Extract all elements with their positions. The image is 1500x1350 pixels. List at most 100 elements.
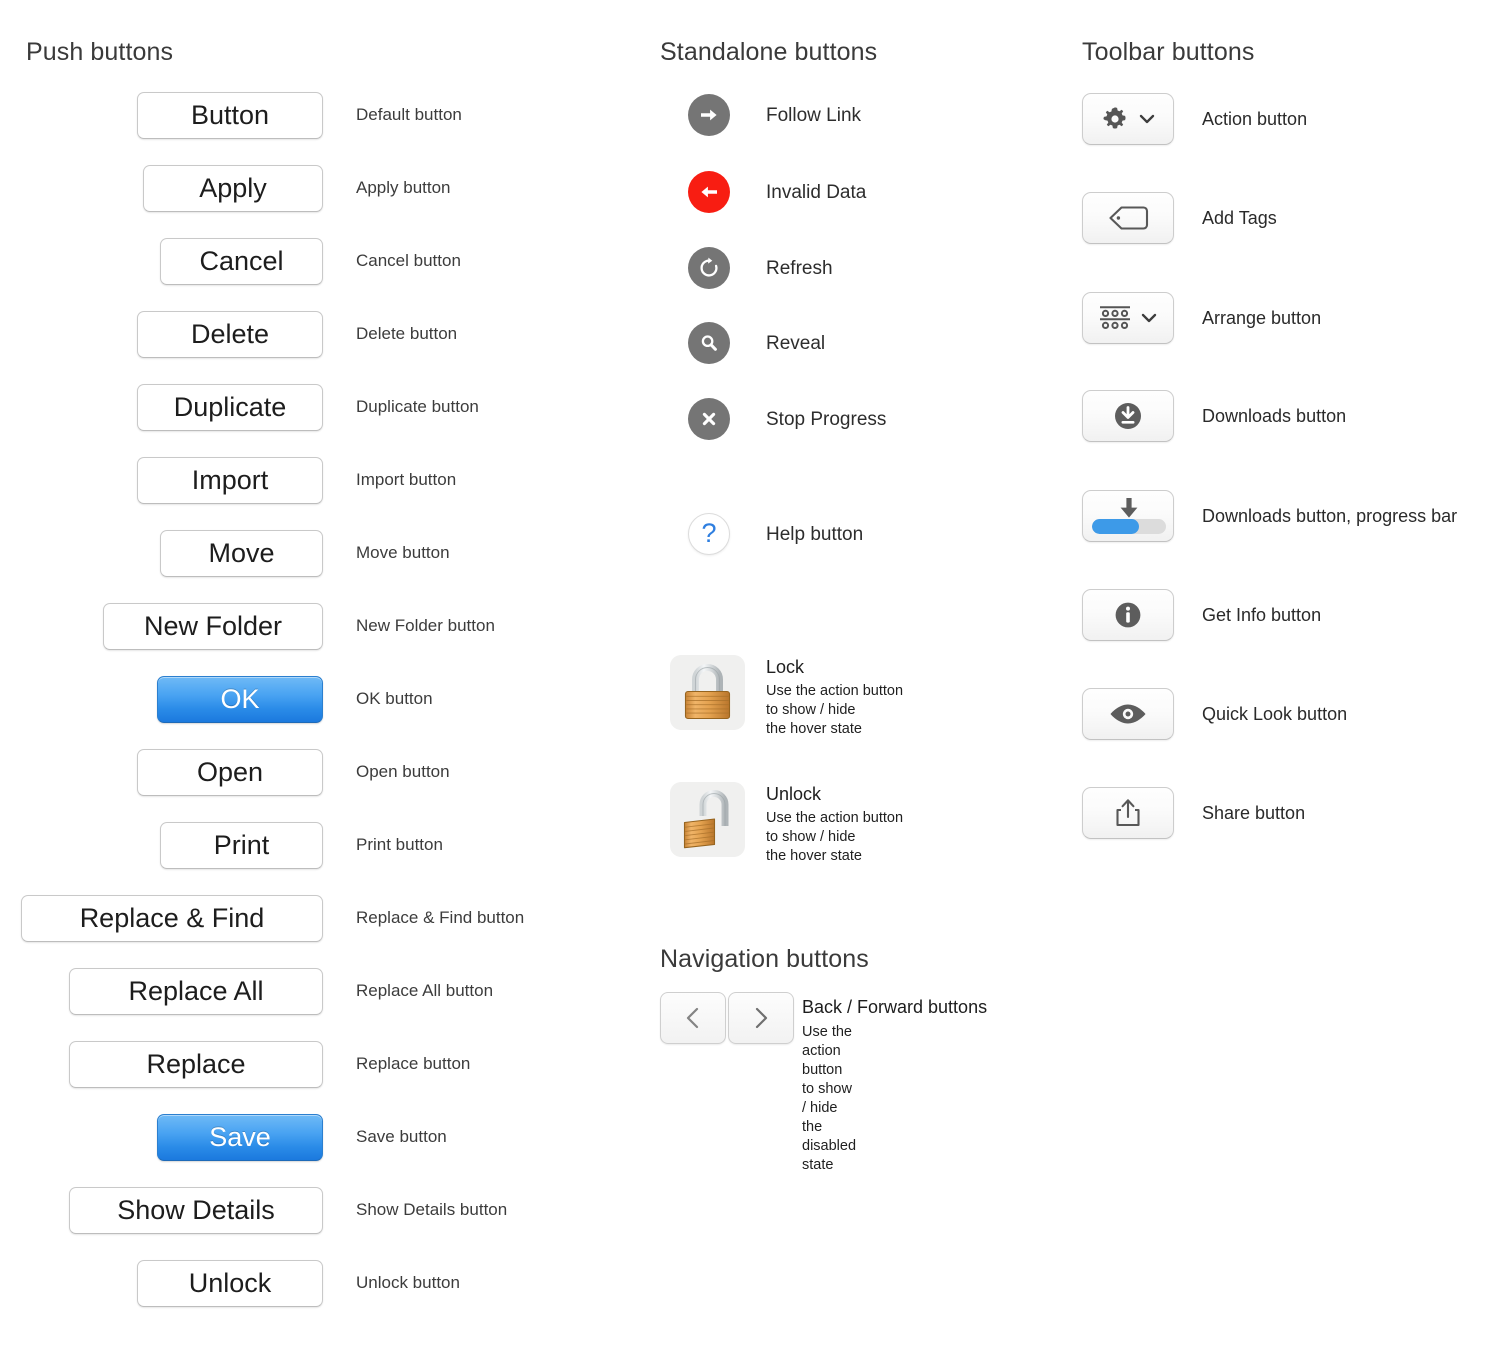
- standalone-button-row: Invalid Data: [660, 171, 1080, 217]
- toolbar-button-downloads-button[interactable]: [1082, 390, 1174, 442]
- standalone-button-label: Follow Link: [766, 105, 862, 126]
- push-button-description: Print button: [356, 835, 443, 854]
- navigation-title: Back / Forward buttons: [802, 997, 988, 1017]
- push-button-description: Open button: [356, 762, 450, 781]
- push-button-button[interactable]: Button: [137, 92, 323, 139]
- download-circle-icon: [1111, 399, 1145, 433]
- toolbar-button-action-button[interactable]: [1082, 93, 1174, 145]
- toolbar-button-arrange-button[interactable]: [1082, 292, 1174, 344]
- standalone-button-follow-link[interactable]: [688, 94, 730, 136]
- eye-icon: [1107, 701, 1149, 727]
- push-button-description: Unlock button: [356, 1273, 460, 1292]
- toolbar-button-add-tags[interactable]: [1082, 192, 1174, 244]
- push-button-row: OK OK button: [0, 676, 560, 749]
- push-button-save[interactable]: Save: [157, 1114, 323, 1161]
- search-circle-icon: [697, 331, 721, 355]
- push-button-description: Cancel button: [356, 251, 461, 270]
- push-buttons-list: Button Default button Apply Apply button Can…: [0, 92, 560, 1333]
- lock-item-row: Unlock Use the action button to show / hi…: [660, 782, 1080, 864]
- section-title-toolbar-buttons: Toolbar buttons: [1082, 38, 1255, 66]
- push-button-label: Apply: [199, 173, 267, 203]
- push-button-label: Show Details: [117, 1195, 275, 1225]
- push-button-description: Show Details button: [356, 1200, 508, 1219]
- push-button-replace-find[interactable]: Replace & Find: [21, 895, 323, 942]
- push-button-description: Apply button: [356, 178, 451, 197]
- push-button-ok[interactable]: OK: [157, 676, 323, 723]
- question-mark-icon: ?: [701, 517, 717, 548]
- push-button-label: Import: [191, 465, 269, 495]
- lock-closed-icon: [670, 655, 745, 730]
- chevron-down-icon: [1137, 112, 1157, 126]
- lock-item-description: Use the action button to show / hide the…: [766, 683, 904, 737]
- push-button-label: Print: [213, 830, 270, 860]
- push-button-delete[interactable]: Delete: [137, 311, 323, 358]
- standalone-button-row: ? Help button: [660, 513, 1080, 559]
- push-button-label: New Folder: [143, 611, 283, 641]
- toolbar-button-row: Add Tags: [1082, 192, 1500, 248]
- button-style-guide: Push buttons Button Default button Apply Ap…: [0, 0, 1500, 1350]
- toolbar-button-quick-look-button[interactable]: [1082, 688, 1174, 740]
- lock-item-title: Unlock: [766, 784, 822, 804]
- push-button-label: Duplicate: [173, 392, 287, 422]
- toolbar-button-share-button[interactable]: [1082, 787, 1174, 839]
- info-circle-icon: [1112, 599, 1144, 631]
- back-button[interactable]: [660, 992, 726, 1044]
- toolbar-button-row: Get Info button: [1082, 589, 1500, 645]
- toolbar-button-label: Downloads button, progress bar: [1202, 506, 1458, 526]
- push-button-row: Open Open button: [0, 749, 560, 822]
- lock-button-unlock[interactable]: [670, 782, 745, 857]
- standalone-button-refresh[interactable]: [688, 247, 730, 289]
- standalone-button-label: Reveal: [766, 333, 826, 354]
- push-button-row: Show Details Show Details button: [0, 1187, 560, 1260]
- push-button-replace-all[interactable]: Replace All: [69, 968, 323, 1015]
- push-button-description: Import button: [356, 470, 457, 489]
- push-button-new-folder[interactable]: New Folder: [103, 603, 323, 650]
- navigation-description: Use the action button to show / hide the…: [802, 1024, 857, 1173]
- toolbar-button-row: Action button: [1082, 93, 1500, 149]
- standalone-button-stop-progress[interactable]: [688, 398, 730, 440]
- toolbar-button-label: Add Tags: [1202, 208, 1277, 228]
- push-button-label: Cancel: [199, 246, 284, 276]
- push-button-row: Save Save button: [0, 1114, 560, 1187]
- standalone-button-reveal[interactable]: [688, 322, 730, 364]
- toolbar-button-content: [1098, 304, 1159, 332]
- push-button-row: Replace & Find Replace & Find button: [0, 895, 560, 968]
- push-button-row: Move Move button: [0, 530, 560, 603]
- push-button-label: Delete: [190, 319, 270, 349]
- forward-button[interactable]: [728, 992, 794, 1044]
- tag-icon: [1106, 203, 1150, 233]
- push-button-label: OK: [220, 684, 260, 714]
- toolbar-button-label: Action button: [1202, 109, 1308, 129]
- toolbar-button-label: Share button: [1202, 803, 1306, 823]
- push-button-open[interactable]: Open: [137, 749, 323, 796]
- toolbar-button-get-info-button[interactable]: [1082, 589, 1174, 641]
- lock-item-description: Use the action button to show / hide the…: [766, 810, 904, 864]
- gear-icon: [1100, 104, 1130, 134]
- push-button-row: Print Print button: [0, 822, 560, 895]
- lock-button-lock[interactable]: [670, 655, 745, 730]
- toolbar-button-content: [1107, 701, 1149, 727]
- standalone-button-invalid-data[interactable]: [688, 171, 730, 213]
- toolbar-button-content: [1113, 797, 1143, 829]
- push-button-duplicate[interactable]: Duplicate: [137, 384, 323, 431]
- push-button-print[interactable]: Print: [160, 822, 323, 869]
- push-button-row: Replace All Replace All button: [0, 968, 560, 1041]
- push-button-unlock[interactable]: Unlock: [137, 1260, 323, 1307]
- standalone-button-help-button[interactable]: ?: [688, 513, 730, 555]
- download-progress-fill: [1092, 519, 1139, 534]
- push-button-row: New Folder New Folder button: [0, 603, 560, 676]
- toolbar-button-downloads-button-progress-bar[interactable]: [1082, 490, 1174, 542]
- push-button-description: OK button: [356, 689, 433, 708]
- push-button-move[interactable]: Move: [160, 530, 323, 577]
- toolbar-button-label: Quick Look button: [1202, 704, 1348, 724]
- push-button-replace[interactable]: Replace: [69, 1041, 323, 1088]
- arrow-right-circle-icon: [697, 103, 721, 127]
- push-button-apply[interactable]: Apply: [143, 165, 323, 212]
- push-button-cancel[interactable]: Cancel: [160, 238, 323, 285]
- push-button-show-details[interactable]: Show Details: [69, 1187, 323, 1234]
- push-button-import[interactable]: Import: [137, 457, 323, 504]
- push-button-description: Replace button: [356, 1054, 471, 1073]
- standalone-button-row: Refresh: [660, 247, 1080, 293]
- grid-icon: [1098, 304, 1132, 332]
- standalone-button-row: Stop Progress: [660, 398, 1080, 444]
